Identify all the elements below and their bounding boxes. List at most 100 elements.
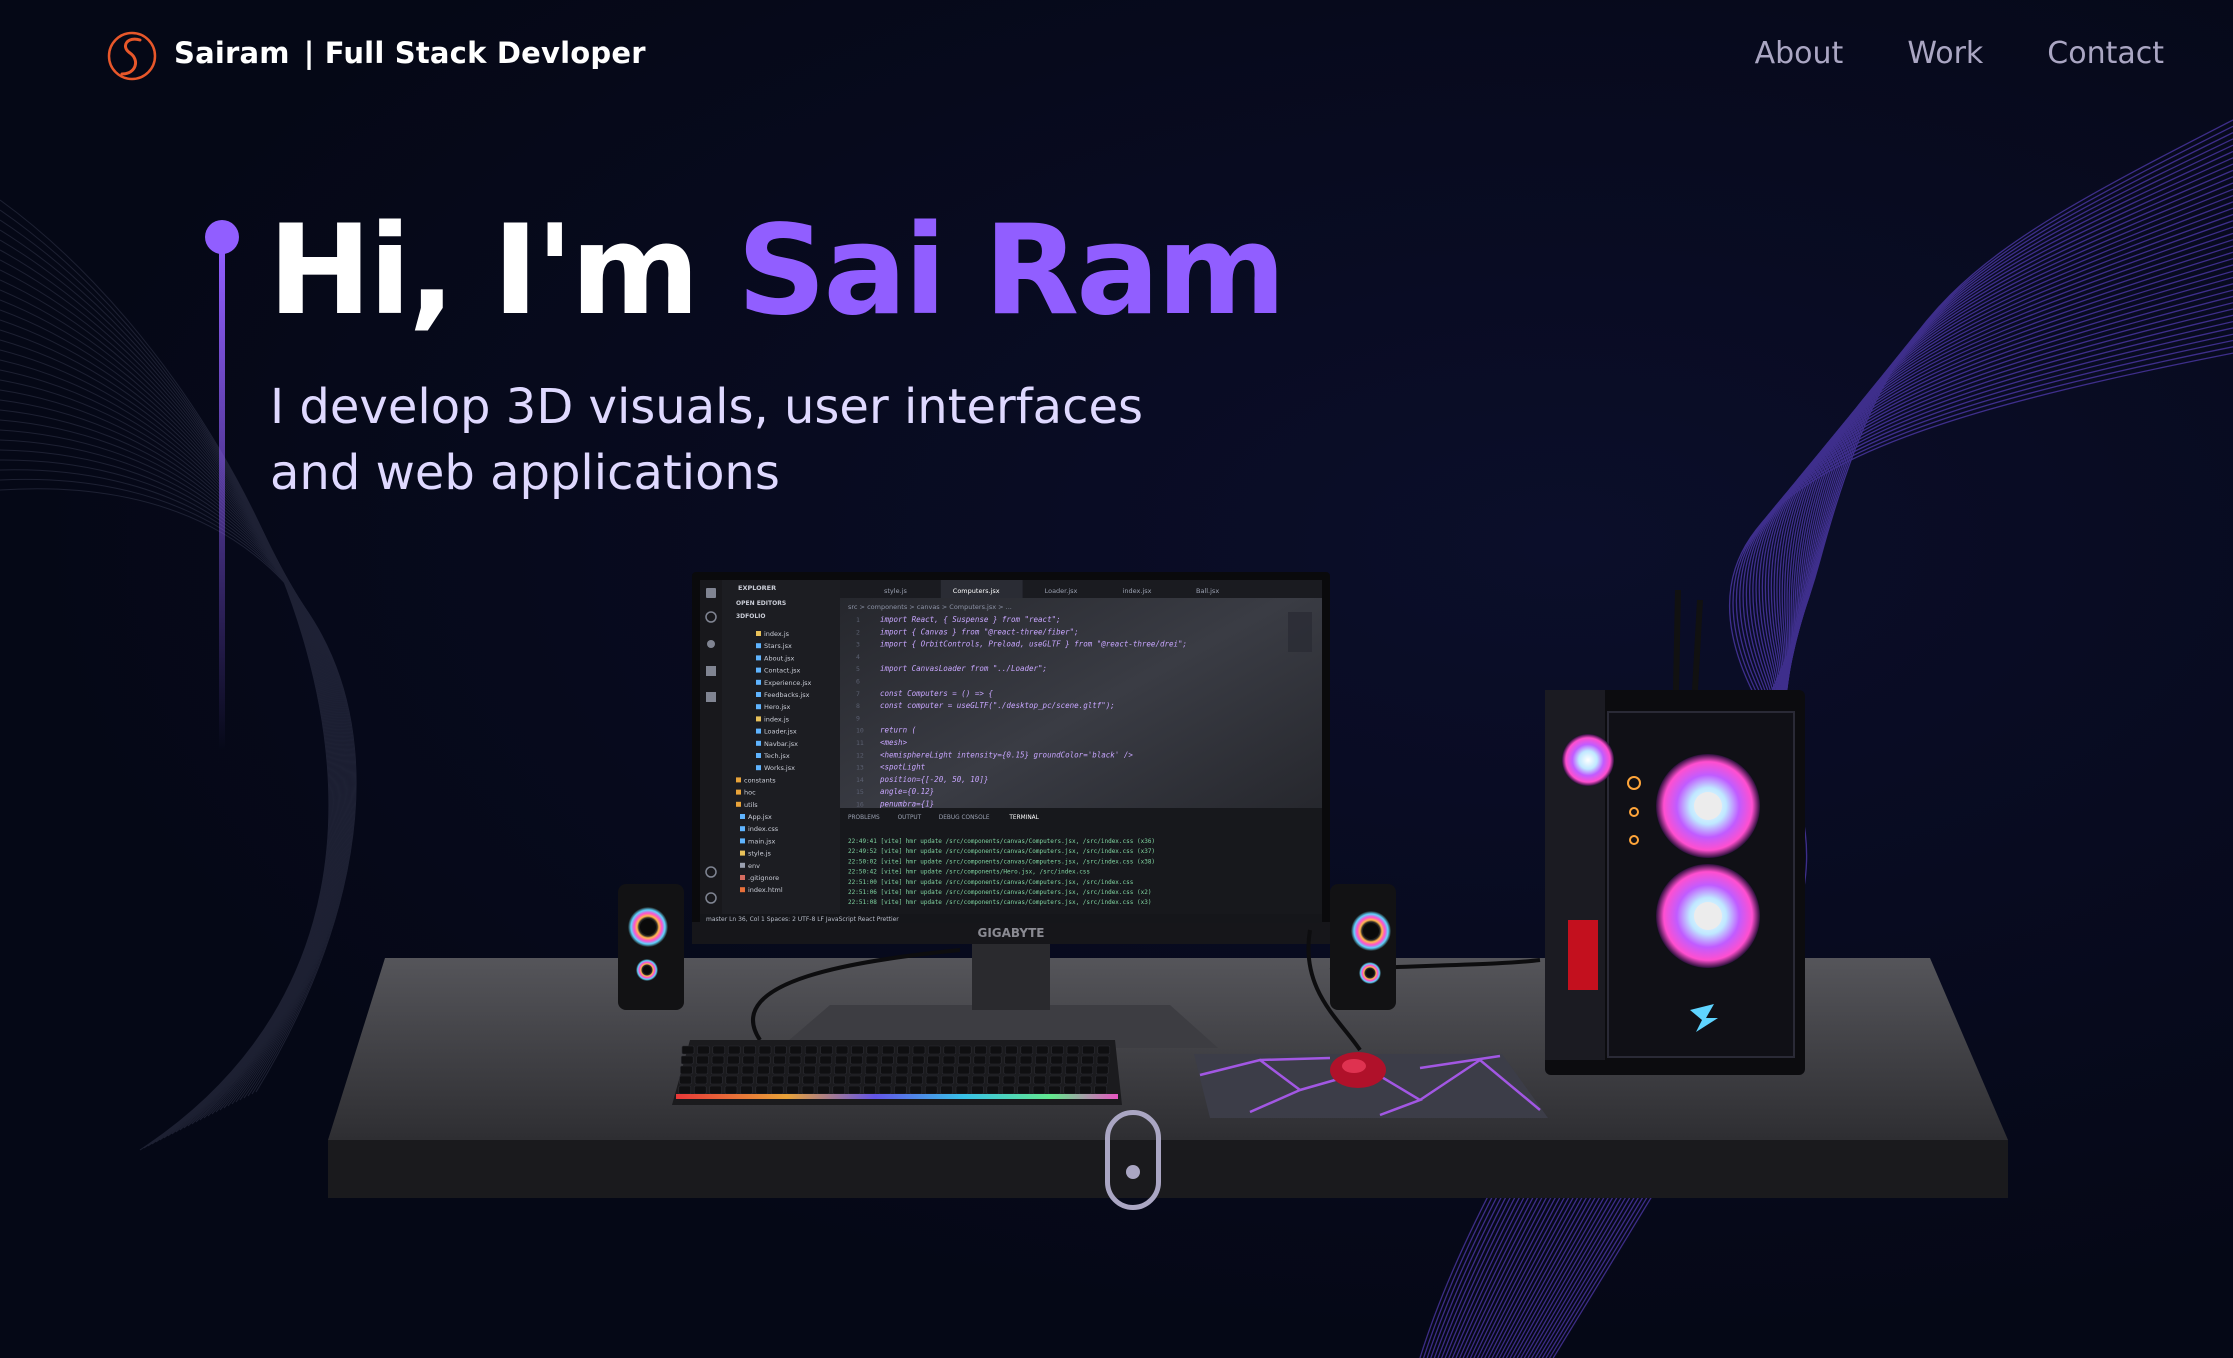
project-label[interactable]: 3DFOLIO: [736, 613, 766, 620]
panel-tab[interactable]: TERMINAL: [1008, 815, 1039, 821]
extensions-icon[interactable]: [706, 692, 716, 702]
file-icon: [740, 862, 745, 868]
panel-tab[interactable]: DEBUG CONSOLE: [939, 815, 990, 821]
keyboard-key: [1097, 1045, 1111, 1055]
explorer-file-item[interactable]: App.jsx: [748, 813, 772, 821]
portfolio-page: Sairam | Full Stack Devloper About Work C…: [0, 0, 2233, 1358]
keyboard-key: [897, 1045, 910, 1055]
keyboard-key: [1096, 1055, 1110, 1065]
debug-icon[interactable]: [706, 666, 716, 676]
keyboard-key: [772, 1065, 786, 1075]
keyboard-key: [743, 1045, 756, 1055]
keyboard-key: [911, 1065, 924, 1075]
panel-tab[interactable]: PROBLEMS: [848, 815, 880, 821]
editor-tab[interactable]: Computers.jsx: [953, 587, 1000, 595]
open-editors-label[interactable]: OPEN EDITORS: [736, 600, 786, 607]
keyboard-key: [1065, 1065, 1078, 1075]
keyboard-key: [894, 1075, 908, 1085]
file-icon: [740, 875, 745, 880]
keyboard-key: [789, 1045, 803, 1055]
keyboard-key: [710, 1065, 724, 1075]
keyboard-key: [832, 1085, 846, 1095]
explorer-file-item[interactable]: index.css: [748, 825, 779, 833]
editor-tab[interactable]: index.jsx: [1123, 587, 1152, 595]
keyboard-key: [680, 1065, 693, 1075]
code-line: import React, { Suspense } from "react";: [880, 615, 1061, 624]
explorer-file-item[interactable]: hoc: [744, 789, 756, 797]
left-speaker: [618, 884, 684, 1010]
terminal-line: 22:51:00 [vite] hmr update /src/componen…: [848, 879, 1134, 886]
editor-tab[interactable]: Loader.jsx: [1045, 587, 1078, 595]
explorer-file-item[interactable]: Works.jsx: [764, 764, 795, 772]
explorer-title: EXPLORER: [738, 584, 776, 592]
keyboard-key: [1078, 1085, 1092, 1095]
explorer-file-item[interactable]: About.jsx: [764, 654, 794, 662]
file-icon: [736, 789, 741, 795]
editor-tab[interactable]: style.js: [884, 587, 907, 595]
keyboard-key: [911, 1055, 925, 1065]
keyboard-key: [1005, 1045, 1018, 1055]
explorer-file-item[interactable]: constants: [744, 776, 776, 784]
keyboard-key: [1095, 1065, 1109, 1075]
keyboard-key: [834, 1055, 848, 1065]
panel-tab[interactable]: OUTPUT: [898, 815, 922, 821]
explorer-file-item[interactable]: Contact.jsx: [764, 667, 801, 675]
keyboard-key: [940, 1085, 953, 1095]
keyboard-key: [958, 1055, 971, 1065]
scroll-indicator-icon[interactable]: [1105, 1110, 1161, 1210]
keyboard-key: [724, 1085, 738, 1095]
keyboard-key: [878, 1085, 892, 1095]
explorer-file-item[interactable]: env: [748, 862, 760, 870]
keyboard-key: [972, 1065, 986, 1075]
keyboard-key: [895, 1065, 909, 1075]
keyboard-key: [1064, 1075, 1077, 1085]
keyboard-key: [802, 1075, 816, 1085]
keyboard-key: [712, 1045, 726, 1055]
keyboard-key: [864, 1075, 877, 1085]
keyboard-key: [988, 1055, 1002, 1065]
explorer-file-item[interactable]: index.html: [748, 886, 783, 894]
line-number: 11: [856, 739, 864, 747]
keyboard-key: [756, 1075, 769, 1085]
line-number: 12: [856, 751, 864, 759]
keyboard-key: [957, 1065, 970, 1075]
explorer-file-item[interactable]: Loader.jsx: [764, 728, 797, 736]
explorer-file-item[interactable]: Stars.jsx: [764, 642, 792, 650]
explorer-file-item[interactable]: Tech.jsx: [763, 752, 790, 760]
keyboard-key: [989, 1045, 1003, 1055]
keyboard-key: [803, 1065, 816, 1075]
terminal-line: 22:51:08 [vite] hmr update /src/componen…: [848, 899, 1151, 906]
file-icon: [736, 801, 741, 807]
explorer-file-item[interactable]: Experience.jsx: [764, 679, 812, 687]
keyboard-key: [881, 1055, 894, 1065]
keyboard-key: [1094, 1085, 1107, 1095]
keyboard-key: [787, 1065, 801, 1075]
files-icon[interactable]: [706, 588, 716, 598]
keyboard-key: [941, 1065, 955, 1075]
explorer-file-item[interactable]: .gitignore: [748, 874, 779, 882]
line-number: 10: [856, 727, 864, 735]
explorer-file-item[interactable]: main.jsx: [748, 837, 775, 845]
explorer-file-item[interactable]: Navbar.jsx: [764, 740, 798, 748]
file-icon: [756, 740, 761, 746]
explorer-file-item[interactable]: index.js: [764, 715, 790, 723]
keyboard-key: [1019, 1055, 1033, 1065]
keyboard-key: [727, 1055, 740, 1065]
keyboard-key: [971, 1075, 985, 1085]
explorer-file-item[interactable]: Feedbacks.jsx: [764, 691, 810, 699]
code-line: const Computers = () => {: [880, 689, 993, 698]
keyboard-key: [1065, 1055, 1079, 1065]
terminal-line: 22:50:02 [vite] hmr update /src/componen…: [848, 858, 1155, 865]
explorer-file-item[interactable]: Hero.jsx: [764, 703, 791, 711]
line-number: 15: [856, 788, 864, 796]
explorer-file-item[interactable]: index.js: [764, 630, 790, 638]
keyboard-key: [896, 1055, 910, 1065]
editor-tab[interactable]: Ball.jsx: [1196, 587, 1219, 595]
explorer-file-item[interactable]: style.js: [748, 850, 771, 858]
git-icon[interactable]: [707, 640, 715, 648]
explorer-file-item[interactable]: utils: [744, 801, 758, 809]
keyboard-key: [847, 1085, 861, 1095]
keyboard-key: [786, 1085, 799, 1095]
keyboard-key: [955, 1085, 969, 1095]
file-icon: [756, 679, 761, 685]
